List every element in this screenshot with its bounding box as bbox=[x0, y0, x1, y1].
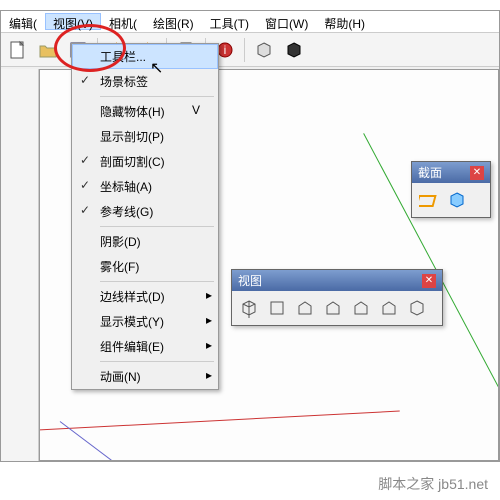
section-plane-icon[interactable] bbox=[416, 187, 442, 213]
views-panel[interactable]: 视图 ✕ bbox=[231, 269, 443, 326]
menu-item-toolbars[interactable]: 工具栏... bbox=[72, 44, 218, 69]
section-display-icon[interactable] bbox=[444, 187, 470, 213]
side-toolbar bbox=[1, 69, 39, 461]
menubar: 编辑( 视图(V) 相机( 绘图(R) 工具(T) 窗口(W) 帮助(H) bbox=[1, 11, 499, 33]
axis-blue bbox=[60, 421, 380, 461]
section-panel-titlebar[interactable]: 截面 ✕ bbox=[412, 162, 490, 183]
shape-tool-icon[interactable] bbox=[6, 201, 34, 229]
line-tool-icon[interactable] bbox=[6, 137, 34, 165]
check-icon: ✓ bbox=[80, 73, 90, 87]
box-view-icon[interactable] bbox=[404, 295, 430, 321]
push-tool-icon[interactable] bbox=[6, 233, 34, 261]
menu-item-guides[interactable]: ✓参考线(G) bbox=[72, 199, 218, 224]
menu-item-section-cuts[interactable]: ✓剖面切割(C) bbox=[72, 149, 218, 174]
back-view-icon[interactable] bbox=[348, 295, 374, 321]
watermark: 脚本之家 jb51.net bbox=[378, 474, 488, 494]
top-view-icon[interactable] bbox=[264, 295, 290, 321]
menu-item-fog[interactable]: 雾化(F) bbox=[72, 254, 218, 279]
section-panel[interactable]: 截面 ✕ bbox=[411, 161, 491, 218]
menu-item-hidden-geometry[interactable]: 隐藏物体(H)V bbox=[72, 99, 218, 124]
menu-window[interactable]: 窗口(W) bbox=[257, 13, 316, 30]
axis-red bbox=[39, 411, 400, 433]
check-icon: ✓ bbox=[80, 203, 90, 217]
svg-text:i: i bbox=[224, 43, 227, 57]
view-menu-dropdown: 工具栏... ✓场景标签 隐藏物体(H)V 显示剖切(P) ✓剖面切割(C) ✓… bbox=[71, 43, 219, 390]
menu-help[interactable]: 帮助(H) bbox=[316, 13, 373, 30]
app-window: 编辑( 视图(V) 相机( 绘图(R) 工具(T) 窗口(W) 帮助(H) i bbox=[0, 10, 500, 462]
menu-draw[interactable]: 绘图(R) bbox=[145, 13, 202, 30]
menu-item-edge-style[interactable]: 边线样式(D)▸ bbox=[72, 284, 218, 309]
chevron-right-icon: ▸ bbox=[206, 313, 212, 327]
menu-camera[interactable]: 相机( bbox=[101, 13, 145, 30]
close-icon[interactable]: ✕ bbox=[422, 274, 436, 288]
views-panel-titlebar[interactable]: 视图 ✕ bbox=[232, 270, 442, 291]
check-icon: ✓ bbox=[80, 178, 90, 192]
menu-item-component-edit[interactable]: 组件编辑(E)▸ bbox=[72, 334, 218, 359]
menu-edit[interactable]: 编辑( bbox=[1, 13, 45, 30]
left-view-icon[interactable] bbox=[376, 295, 402, 321]
menu-item-scene-tabs[interactable]: ✓场景标签 bbox=[72, 69, 218, 94]
chevron-right-icon: ▸ bbox=[206, 338, 212, 352]
select-tool-icon[interactable] bbox=[6, 73, 34, 101]
menu-view[interactable]: 视图(V) bbox=[45, 13, 101, 30]
menu-tools[interactable]: 工具(T) bbox=[202, 13, 257, 30]
menu-item-section-planes[interactable]: 显示剖切(P) bbox=[72, 124, 218, 149]
views-panel-title: 视图 bbox=[238, 272, 262, 289]
component2-icon[interactable] bbox=[281, 37, 307, 63]
section-panel-title: 截面 bbox=[418, 164, 442, 181]
chevron-right-icon: ▸ bbox=[206, 288, 212, 302]
new-file-icon[interactable] bbox=[5, 37, 31, 63]
check-icon: ✓ bbox=[80, 153, 90, 167]
front-view-icon[interactable] bbox=[292, 295, 318, 321]
right-view-icon[interactable] bbox=[320, 295, 346, 321]
eraser-tool-icon[interactable] bbox=[6, 105, 34, 133]
chevron-right-icon: ▸ bbox=[206, 368, 212, 382]
menu-item-shadows[interactable]: 阴影(D) bbox=[72, 229, 218, 254]
iso-view-icon[interactable] bbox=[236, 295, 262, 321]
component-icon[interactable] bbox=[251, 37, 277, 63]
menu-item-animation[interactable]: 动画(N)▸ bbox=[72, 364, 218, 389]
menu-item-axes[interactable]: ✓坐标轴(A) bbox=[72, 174, 218, 199]
cursor-icon: ↖ bbox=[150, 58, 163, 78]
menu-item-face-style[interactable]: 显示模式(Y)▸ bbox=[72, 309, 218, 334]
close-icon[interactable]: ✕ bbox=[470, 166, 484, 180]
arc-tool-icon[interactable] bbox=[6, 169, 34, 197]
open-icon[interactable] bbox=[35, 37, 61, 63]
